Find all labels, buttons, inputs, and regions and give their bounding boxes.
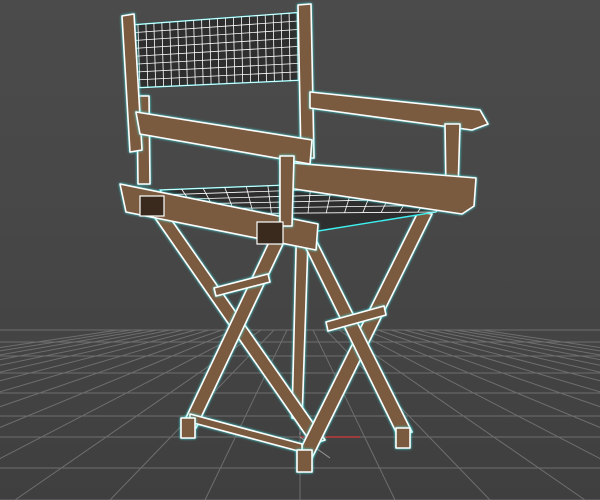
viewport-scene[interactable] xyxy=(0,0,600,500)
back-right-upright[interactable] xyxy=(297,3,315,159)
back-canvas[interactable] xyxy=(129,11,307,89)
director-chair-model[interactable] xyxy=(119,3,489,473)
3d-viewport[interactable] xyxy=(0,0,600,500)
foot-rail[interactable] xyxy=(189,413,303,453)
right-leg-x-brace[interactable] xyxy=(297,211,433,459)
